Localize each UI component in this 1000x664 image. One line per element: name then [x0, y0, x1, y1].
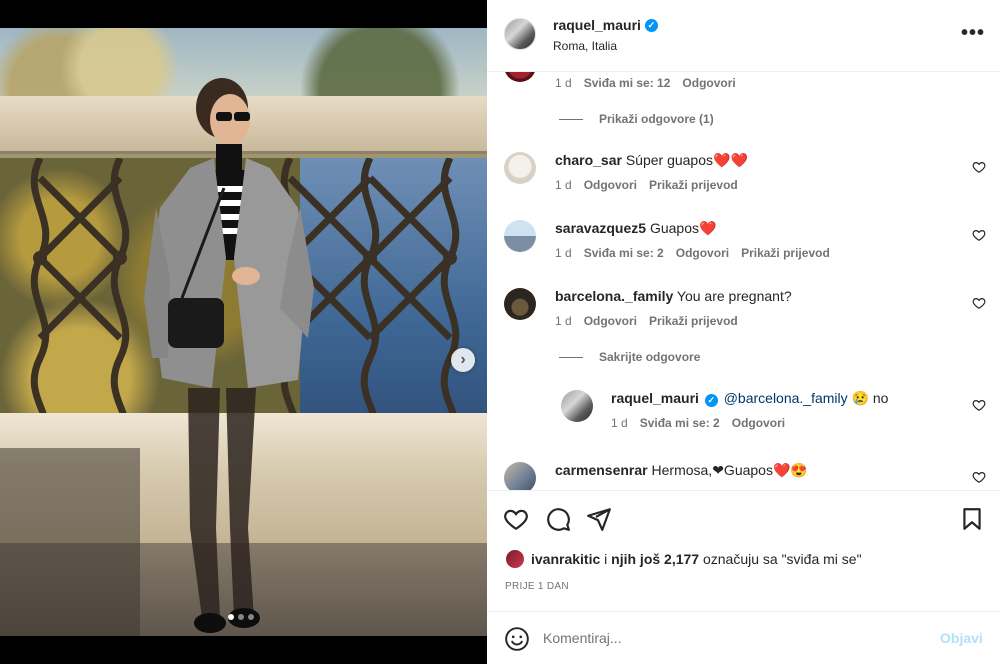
carousel-indicator — [228, 614, 254, 620]
reply-button[interactable]: Odgovori — [682, 76, 735, 90]
comment-text: You are pregnant? — [676, 288, 792, 304]
share-icon[interactable] — [586, 506, 612, 532]
comment-item: charo_sar Súper guapos❤️❤️ 1 d Odgovori … — [487, 148, 1000, 204]
reply-button[interactable]: Odgovori — [584, 314, 637, 328]
reply-button[interactable]: Odgovori — [584, 178, 637, 192]
heart-icon[interactable] — [972, 160, 986, 174]
comment-text: 😢 no — [847, 390, 889, 406]
comment-item: saravazquez5 Guapos❤️ 1 d Sviđa mi se: 2… — [487, 216, 1000, 272]
heart-icon[interactable] — [972, 296, 986, 310]
heart-icon[interactable] — [503, 506, 529, 532]
verified-badge-icon: ✓ — [704, 394, 718, 407]
verified-badge-icon: ✓ — [644, 18, 658, 32]
likes-summary: ivanrakitic i njih još 2,177 označuju sa… — [505, 549, 862, 569]
view-replies-button[interactable]: Prikaži odgovore (1) — [559, 112, 714, 126]
comment-time: 1 d — [555, 246, 572, 260]
comment-likes[interactable]: Sviđa mi se: 2 — [584, 246, 664, 260]
commenter-avatar[interactable] — [504, 220, 536, 252]
commenter-avatar[interactable] — [504, 462, 536, 490]
comment-time: 1 d — [555, 76, 572, 90]
emoji-icon[interactable] — [504, 626, 530, 652]
carousel-dot — [228, 614, 234, 620]
woman-figure — [144, 78, 314, 633]
comment-input[interactable] — [543, 626, 923, 650]
heart-icon[interactable] — [972, 228, 986, 242]
commenter-username[interactable]: carmensenrar — [555, 462, 648, 478]
post-location[interactable]: Roma, Italia — [553, 39, 617, 53]
comment-reply-item: raquel_mauri ✓ @barcelona._family 😢 no 1… — [487, 386, 1000, 442]
comment-text: Guapos❤️ — [649, 220, 717, 236]
translate-button[interactable]: Prikaži prijevod — [741, 246, 830, 260]
likes-count[interactable]: njih još 2,177 — [611, 551, 699, 567]
post-timestamp[interactable]: PRIJE 1 DAN — [505, 581, 569, 592]
post-comment-button[interactable]: Objavi — [940, 630, 983, 646]
author-username[interactable]: raquel_mauri — [553, 17, 641, 33]
comment-icon[interactable] — [545, 506, 571, 532]
commenter-username[interactable]: barcelona._family — [555, 288, 673, 304]
commenter-avatar[interactable] — [561, 390, 593, 422]
comment-composer: Objavi — [487, 611, 1000, 664]
comment-text: Hermosa,❤Guapos❤️😍 — [651, 462, 808, 478]
post-actions: ivanrakitic i njih još 2,177 označuju sa… — [487, 490, 1000, 610]
reply-button[interactable]: Odgovori — [676, 246, 729, 260]
translate-button[interactable]: Prikaži prijevod — [649, 314, 738, 328]
comment-item: carmensenrar Hermosa,❤Guapos❤️😍 — [487, 458, 1000, 490]
comment-text: Súper guapos❤️❤️ — [625, 152, 748, 168]
reply-button[interactable]: Odgovori — [732, 416, 785, 430]
post-side-panel: raquel_mauri ✓ Roma, Italia ••• 1 d Sviđ… — [487, 0, 1000, 664]
commenter-avatar[interactable] — [504, 152, 536, 184]
heart-icon[interactable] — [972, 398, 986, 412]
post-header: raquel_mauri ✓ Roma, Italia ••• — [487, 0, 1000, 72]
hide-replies-button[interactable]: Sakrijte odgovore — [559, 350, 700, 364]
heart-icon[interactable] — [972, 470, 986, 484]
commenter-avatar[interactable] — [504, 72, 536, 82]
commenter-username[interactable]: saravazquez5 — [555, 220, 646, 236]
next-slide-button[interactable]: › — [451, 348, 475, 372]
post-photo[interactable]: › — [0, 28, 487, 636]
more-icon[interactable]: ••• — [961, 23, 985, 43]
liker-avatar[interactable] — [505, 549, 525, 569]
comment-item: barcelona._family You are pregnant? 1 d … — [487, 284, 1000, 376]
comment-item: 1 d Sviđa mi se: 12 Odgovori Prikaži odg… — [487, 72, 1000, 132]
author-avatar[interactable] — [504, 18, 536, 50]
comment-time: 1 d — [555, 314, 572, 328]
commenter-avatar[interactable] — [504, 288, 536, 320]
carousel-dot — [248, 614, 254, 620]
comment-time: 1 d — [555, 178, 572, 192]
chevron-right-icon: › — [460, 351, 466, 368]
post-media: › — [0, 0, 487, 664]
commenter-username[interactable]: raquel_mauri — [611, 390, 699, 406]
bookmark-icon[interactable] — [959, 506, 985, 532]
comment-time: 1 d — [611, 416, 628, 430]
comments-list[interactable]: 1 d Sviđa mi se: 12 Odgovori Prikaži odg… — [487, 72, 1000, 490]
liker-username[interactable]: ivanrakitic — [531, 551, 600, 567]
translate-button[interactable]: Prikaži prijevod — [649, 178, 738, 192]
comment-likes[interactable]: Sviđa mi se: 2 — [640, 416, 720, 430]
commenter-username[interactable]: charo_sar — [555, 152, 622, 168]
carousel-dot — [238, 614, 244, 620]
post-modal: › raquel_mauri ✓ Roma, Italia ••• 1 d Sv… — [0, 0, 1000, 664]
mention-link[interactable]: @barcelona._family — [724, 390, 848, 406]
comment-likes[interactable]: Sviđa mi se: 12 — [584, 76, 671, 90]
